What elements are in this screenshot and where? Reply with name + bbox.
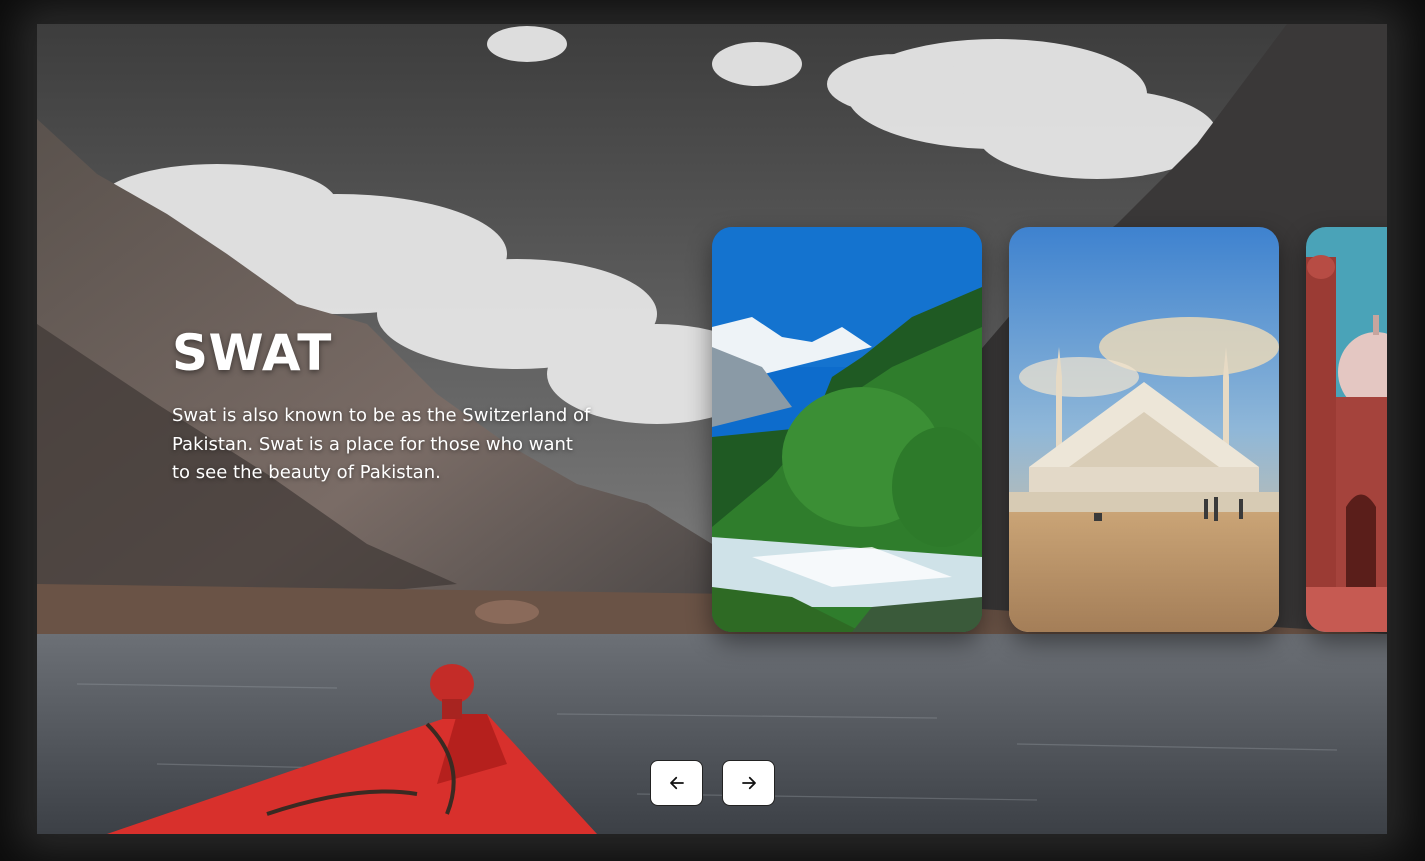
faisal-mosque-image: [1009, 227, 1279, 632]
arrow-right-icon: [741, 776, 756, 790]
valley-image: [712, 227, 982, 632]
slider-frame: SWAT Swat is also known to be as the Swi…: [37, 24, 1387, 834]
slide-card-valley[interactable]: [712, 227, 982, 632]
prev-button[interactable]: [650, 760, 703, 806]
arrow-left-icon: [669, 776, 684, 790]
next-button[interactable]: [722, 760, 775, 806]
hero-description: Swat is also known to be as the Switzerl…: [172, 405, 591, 483]
badshahi-mosque-image: [1306, 227, 1387, 632]
slide-card-badshahi-mosque[interactable]: [1306, 227, 1387, 632]
hero-title: SWAT: [172, 324, 332, 382]
slide-card-faisal-mosque[interactable]: [1009, 227, 1279, 632]
hero-content: SWAT Swat is also known to be as the Swi…: [172, 324, 592, 488]
